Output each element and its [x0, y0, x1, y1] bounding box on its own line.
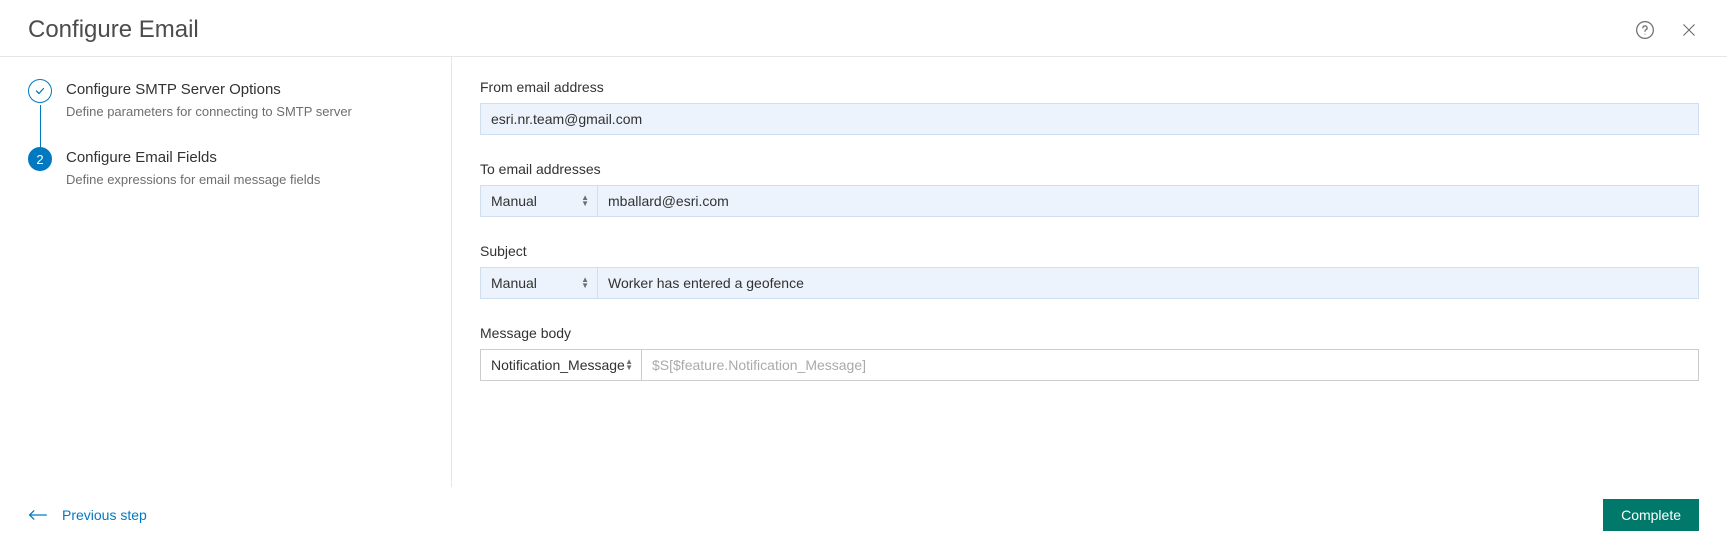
step-number-icon: 2: [28, 147, 52, 171]
dialog-header: Configure Email: [0, 0, 1727, 57]
chevron-updown-icon: ▲▼: [581, 277, 589, 289]
chevron-updown-icon: ▲▼: [625, 359, 633, 371]
field-from-email: From email address: [480, 79, 1699, 135]
steps-sidebar: Configure SMTP Server Options Define par…: [0, 57, 452, 487]
step-text: Configure SMTP Server Options Define par…: [66, 79, 352, 119]
from-email-input[interactable]: [480, 103, 1699, 135]
previous-step-label: Previous step: [62, 507, 147, 523]
to-email-mode-select[interactable]: Manual ▲▼: [480, 185, 598, 217]
field-message-body: Message body Notification_Message ▲▼: [480, 325, 1699, 381]
chevron-updown-icon: ▲▼: [581, 195, 589, 207]
to-email-label: To email addresses: [480, 161, 1699, 177]
complete-button[interactable]: Complete: [1603, 499, 1699, 531]
step-email-fields[interactable]: 2 Configure Email Fields Define expressi…: [28, 147, 423, 215]
subject-label: Subject: [480, 243, 1699, 259]
step-description: Define parameters for connecting to SMTP…: [66, 104, 352, 119]
help-icon[interactable]: [1635, 20, 1655, 40]
step-description: Define expressions for email message fie…: [66, 172, 320, 187]
step-title: Configure SMTP Server Options: [66, 81, 352, 98]
subject-mode-select[interactable]: Manual ▲▼: [480, 267, 598, 299]
arrow-left-icon: [28, 509, 48, 521]
message-body-label: Message body: [480, 325, 1699, 341]
from-email-label: From email address: [480, 79, 1699, 95]
field-to-email: To email addresses Manual ▲▼: [480, 161, 1699, 217]
dialog-footer: Previous step Complete: [0, 487, 1727, 541]
step-text: Configure Email Fields Define expression…: [66, 147, 320, 187]
message-body-input[interactable]: [642, 349, 1699, 381]
previous-step-button[interactable]: Previous step: [28, 507, 147, 523]
check-icon: [28, 79, 52, 103]
step-title: Configure Email Fields: [66, 149, 320, 166]
page-title: Configure Email: [28, 16, 199, 44]
step-smtp-options[interactable]: Configure SMTP Server Options Define par…: [28, 79, 423, 147]
form-main: From email address To email addresses Ma…: [452, 57, 1727, 487]
subject-input[interactable]: [598, 267, 1699, 299]
message-body-mode-select[interactable]: Notification_Message ▲▼: [480, 349, 642, 381]
dialog-body: Configure SMTP Server Options Define par…: [0, 57, 1727, 487]
field-subject: Subject Manual ▲▼: [480, 243, 1699, 299]
select-value: Manual: [491, 275, 537, 291]
header-actions: [1635, 20, 1699, 40]
select-value: Manual: [491, 193, 537, 209]
to-email-input[interactable]: [598, 185, 1699, 217]
close-icon[interactable]: [1679, 20, 1699, 40]
select-value: Notification_Message: [491, 357, 625, 373]
